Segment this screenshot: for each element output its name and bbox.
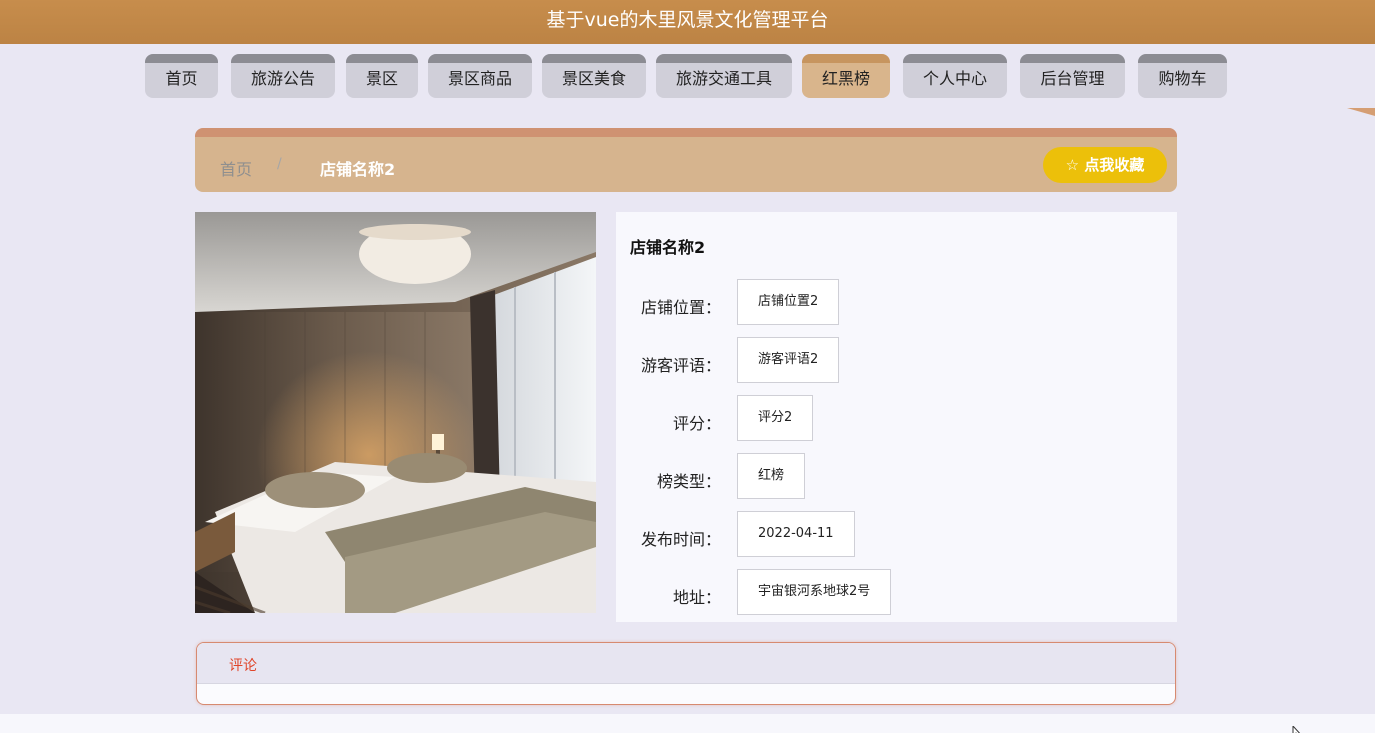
field-value-review: 游客评语2 <box>737 337 840 383</box>
nav-item-home[interactable]: 首页 <box>145 54 218 98</box>
nav-item-transport[interactable]: 旅游交通工具 <box>656 54 792 98</box>
field-label-publish-time: 发布时间： <box>640 530 721 549</box>
field-label-review: 游客评语： <box>640 356 721 375</box>
field-value-list-type: 红榜 <box>737 453 806 499</box>
field-label-address: 地址： <box>672 588 721 607</box>
field-value-location: 店铺位置2 <box>737 279 840 325</box>
corner-decoration <box>1347 108 1375 116</box>
field-value-address: 宇宙银河系地球2号 <box>737 569 892 615</box>
comment-tabs <box>197 643 1175 684</box>
breadcrumb-current: 店铺名称2 <box>320 160 396 179</box>
tab-comments[interactable]: 评论 <box>229 655 257 675</box>
mouse-cursor-icon <box>1292 722 1304 733</box>
page-bottom-strip <box>0 714 1375 733</box>
nav-item-profile[interactable]: 个人中心 <box>903 54 1007 98</box>
breadcrumb: 首页 / 店铺名称2 ☆ 点我收藏 <box>195 128 1177 192</box>
main-nav: 首页 旅游公告 景区 景区商品 景区美食 旅游交通工具 红黑榜 个人中心 后台管… <box>0 54 1375 98</box>
field-value-publish-time: 2022-04-11 <box>737 511 855 557</box>
nav-item-food[interactable]: 景区美食 <box>542 54 646 98</box>
nav-item-admin[interactable]: 后台管理 <box>1020 54 1125 98</box>
shop-info-panel: 店铺名称2 店铺位置： 店铺位置2 游客评语： 游客评语2 评分： 评分2 榜类… <box>616 212 1177 622</box>
shop-title: 店铺名称2 <box>630 238 706 257</box>
favorite-button[interactable]: ☆ 点我收藏 <box>1043 147 1167 183</box>
nav-item-products[interactable]: 景区商品 <box>428 54 532 98</box>
site-header: 基于vue的木里风景文化管理平台 <box>0 0 1375 44</box>
nav-item-announcements[interactable]: 旅游公告 <box>231 54 335 98</box>
comment-section: 评论 <box>196 642 1176 705</box>
breadcrumb-separator: / <box>277 156 282 172</box>
favorite-button-label: ☆ 点我收藏 <box>1065 156 1145 174</box>
breadcrumb-home-link[interactable]: 首页 <box>220 156 252 180</box>
shop-photo <box>195 212 596 613</box>
site-title: 基于vue的木里风景文化管理平台 <box>546 9 829 31</box>
field-label-location: 店铺位置： <box>640 298 721 317</box>
field-label-list-type: 榜类型： <box>656 472 721 491</box>
nav-item-cart[interactable]: 购物车 <box>1138 54 1227 98</box>
field-value-score: 评分2 <box>737 395 814 441</box>
field-label-score: 评分： <box>672 414 721 433</box>
nav-item-scenic-areas[interactable]: 景区 <box>346 54 418 98</box>
nav-item-rankings[interactable]: 红黑榜 <box>802 54 890 98</box>
